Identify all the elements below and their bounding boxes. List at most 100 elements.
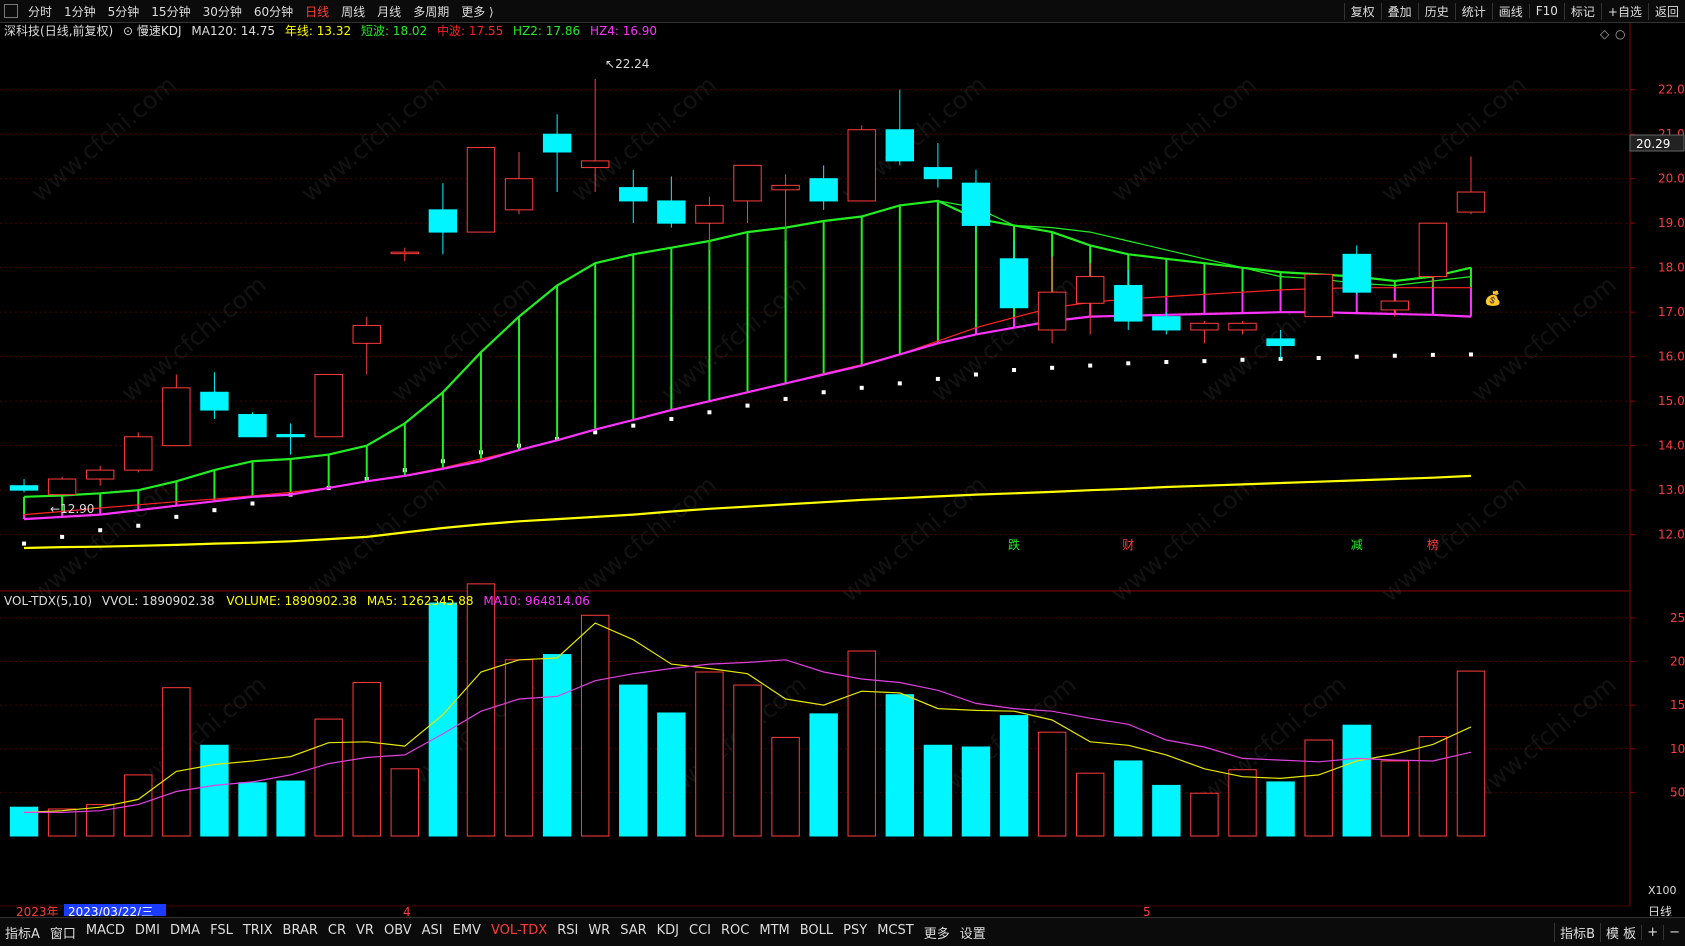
moneybag-icon[interactable]: 💰	[1484, 290, 1501, 307]
toolbar-button-8[interactable]: 返回	[1647, 2, 1685, 20]
period-tab-5[interactable]: 60分钟	[248, 5, 299, 19]
indicator-tab-mtm[interactable]: MTM	[754, 923, 794, 942]
period-tab-3[interactable]: 15分钟	[145, 5, 196, 19]
indicator-tab-obv[interactable]: OBV	[379, 923, 417, 942]
toolbar-button-3[interactable]: 统计	[1454, 2, 1492, 20]
period-tab-0[interactable]: 分时	[22, 5, 58, 19]
ma120-dot-20	[783, 396, 788, 401]
ma120-dot-24	[935, 376, 940, 381]
indicator-tab-asi[interactable]: ASI	[417, 923, 448, 942]
indicator-tab-dma[interactable]: DMA	[165, 923, 205, 942]
kline-chart[interactable]: www.cfchi.com www.cfchi.com www.cfchi.com w…	[0, 23, 1685, 916]
indicator-tab-指标a[interactable]: 指标A	[0, 923, 45, 942]
ma120-dot-19	[745, 403, 750, 408]
volume-bar-12	[466, 583, 496, 837]
period-tab-8[interactable]: 月线	[371, 5, 407, 19]
circle-icon[interactable]: ○	[1615, 27, 1625, 41]
indicator-tab-emv[interactable]: EMV	[448, 923, 486, 942]
candle-body-17	[657, 200, 686, 224]
candle-body-19	[733, 164, 762, 202]
event-tags[interactable]: 跌财减榜	[1008, 537, 1439, 552]
diamond-icon[interactable]: ◇	[1600, 27, 1610, 41]
vol-tick-label-4: 25000	[1670, 611, 1685, 625]
indicator-tab-cci[interactable]: CCI	[684, 923, 716, 942]
month-label-4: 4	[403, 905, 411, 916]
period-tab-6[interactable]: 日线	[299, 5, 335, 19]
volume-panel-header: VOL-TDX(5,10) VVOL: 1890902.38 VOLUME: 1…	[4, 594, 590, 608]
volume-bar-11	[428, 602, 458, 837]
template-button[interactable]: 模 板	[1600, 922, 1641, 942]
expand-button[interactable]: −	[1663, 924, 1685, 940]
mid-label: 中波: 17.55	[437, 23, 503, 38]
ma120-dot-27	[1050, 365, 1055, 370]
volume-bar-5	[200, 744, 229, 837]
indicator-tab-mcst[interactable]: MCST	[872, 923, 919, 942]
indicator-tab-rsi[interactable]: RSI	[552, 923, 583, 942]
volume-bar-23	[885, 694, 915, 837]
add-button[interactable]: +	[1641, 924, 1663, 940]
indicator-tab-psy[interactable]: PSY	[838, 923, 872, 942]
toolbar-button-0[interactable]: 复权	[1343, 2, 1381, 20]
indicator-b-button[interactable]: 指标B	[1554, 922, 1600, 942]
event-tag-3: 榜	[1427, 537, 1439, 552]
indicator-tab-boll[interactable]: BOLL	[795, 923, 838, 942]
watermark-text-0-2: www.cfchi.com	[566, 70, 722, 207]
period-tab-1[interactable]: 1分钟	[58, 5, 102, 19]
indicator-tab-设置[interactable]: 设置	[955, 923, 991, 942]
price-tick-label-10: 22.00	[1658, 83, 1685, 97]
current-price-tag: 20.29	[1629, 134, 1685, 152]
period-tab-4[interactable]: 30分钟	[197, 5, 248, 19]
volume-bar-10	[390, 768, 420, 837]
candle-body-12	[466, 147, 496, 233]
period-tab-9[interactable]: 多周期	[407, 5, 455, 19]
volume-bar-35	[1342, 724, 1371, 837]
indicator-tab-sar[interactable]: SAR	[615, 923, 651, 942]
ma120-dot-25	[973, 372, 978, 377]
high-price-label: ↖22.24	[605, 57, 649, 71]
toolbar-button-2[interactable]: 历史	[1417, 2, 1455, 20]
indicator-tab-vr[interactable]: VR	[351, 923, 379, 942]
watermark-text-0-1: www.cfchi.com	[296, 70, 452, 207]
indicator-tab-更多[interactable]: 更多	[919, 923, 955, 942]
volume-bar-24	[923, 744, 953, 837]
indicator-tab-brar[interactable]: BRAR	[278, 923, 323, 942]
indicator-tab-roc[interactable]: ROC	[716, 923, 754, 942]
period-tab-2[interactable]: 5分钟	[102, 5, 146, 19]
volume-bar-29	[1114, 760, 1143, 837]
low-price-label: ←12.90	[50, 502, 94, 516]
volume-bar-8	[314, 718, 343, 837]
indicator-tab-macd[interactable]: MACD	[81, 923, 130, 942]
toolbar-button-5[interactable]: F10	[1528, 4, 1564, 18]
period-tabs: 分时 1分钟 5分钟 15分钟 30分钟 60分钟 日线 周线 月线 多周期 更多 ⟩	[22, 3, 500, 20]
indicator-tab-fsl[interactable]: FSL	[205, 923, 238, 942]
watermark-text-2-5: www.cfchi.com	[1376, 470, 1532, 607]
candle-body-36	[1380, 300, 1410, 311]
indicator-tab-dmi[interactable]: DMI	[130, 923, 165, 942]
indicator-tab-cr[interactable]: CR	[323, 923, 351, 942]
toolbar-button-7[interactable]: +自选	[1600, 2, 1648, 20]
event-tag-0: 跌	[1008, 537, 1020, 552]
candle-body-7	[276, 434, 305, 438]
ma120-dot-23	[897, 381, 902, 386]
volume-bar-27	[1037, 731, 1067, 837]
vol-tick-label-3: 20000	[1670, 655, 1685, 669]
period-tab-7[interactable]: 周线	[335, 5, 371, 19]
date-axis: 2023年 2023/03/22/三 4 5 日线	[0, 904, 1672, 916]
volume-bar-6	[238, 782, 267, 837]
price-tick-label-1: 13.00	[1658, 483, 1685, 497]
candle-body-21	[809, 178, 838, 202]
indicator-tab-wr[interactable]: WR	[583, 923, 615, 942]
indicator-tab-trix[interactable]: TRIX	[238, 923, 278, 942]
toolbar-button-1[interactable]: 叠加	[1380, 2, 1418, 20]
candle-body-5	[200, 391, 229, 411]
window-menu-icon[interactable]	[4, 4, 18, 18]
indicator-tab-kdj[interactable]: KDJ	[652, 923, 684, 942]
candle-body-23	[885, 129, 915, 162]
indicator-tab-窗口[interactable]: 窗口	[45, 923, 81, 942]
toolbar-button-6[interactable]: 标记	[1563, 2, 1601, 20]
candle-body-9	[352, 325, 381, 344]
ma120-dot-35	[1354, 354, 1359, 359]
period-tab-10[interactable]: 更多 ⟩	[455, 5, 500, 19]
toolbar-button-4[interactable]: 画线	[1491, 2, 1529, 20]
indicator-tab-vol-tdx[interactable]: VOL-TDX	[486, 923, 552, 942]
